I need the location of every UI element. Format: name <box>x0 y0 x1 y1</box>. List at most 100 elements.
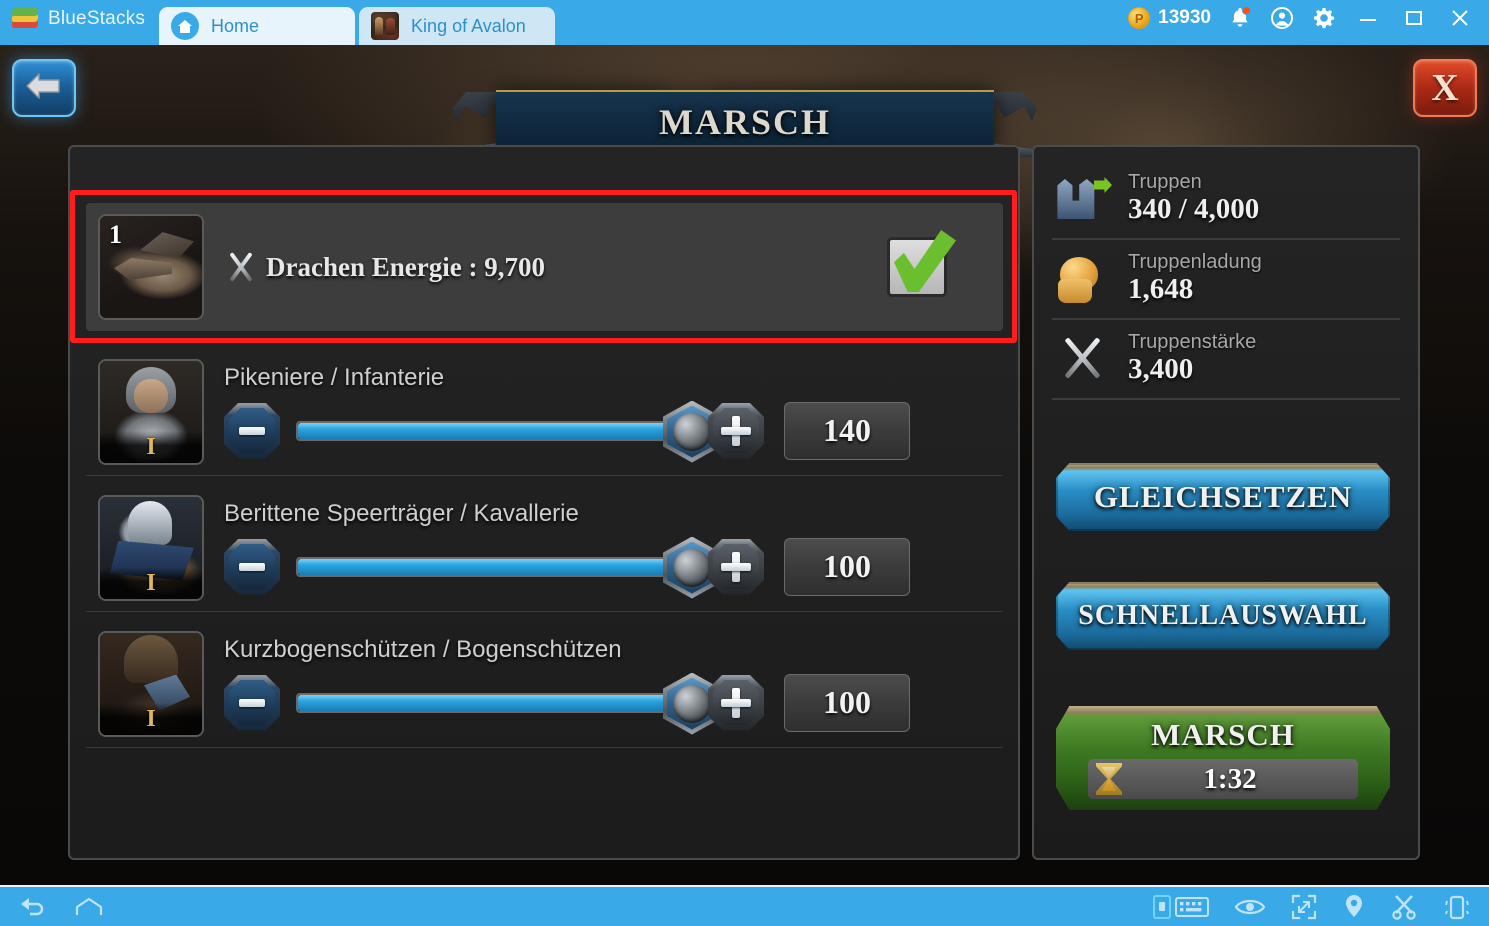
eye-icon[interactable] <box>1235 897 1265 917</box>
troop-body: Pikeniere / Infanterie 140 <box>224 363 910 463</box>
troop-count-box[interactable]: 100 <box>784 673 910 732</box>
keyboard-icon[interactable] <box>1175 895 1209 919</box>
tab-home-label: Home <box>211 15 260 36</box>
troop-row: I Kurzbogenschützen / Bogenschützen 100 <box>86 620 1003 748</box>
minus-icon <box>239 698 265 707</box>
troop-name: Kurzbogenschützen / Bogenschützen <box>224 635 622 663</box>
page-title: MARSCH <box>659 102 831 142</box>
knob-ball <box>673 412 711 451</box>
troop-portrait-archer[interactable]: I <box>98 630 204 737</box>
lock-icon[interactable] <box>1153 894 1171 919</box>
troop-quantity-slider[interactable] <box>296 536 721 599</box>
troop-controls: 140 <box>224 400 910 463</box>
equalize-button[interactable]: GLEICHSETZEN <box>1056 463 1390 531</box>
decrement-button[interactable] <box>224 538 280 595</box>
shake-icon[interactable] <box>1443 894 1471 920</box>
dragon-level-badge: 1 <box>109 220 122 249</box>
pouch-icon <box>1052 251 1114 307</box>
stat-label: Truppenladung <box>1128 251 1262 274</box>
bluestacks-brand-label: BlueStacks <box>48 7 146 29</box>
account-icon[interactable] <box>1269 5 1295 31</box>
stat-value: 340 / 4,000 <box>1128 193 1260 226</box>
increment-button[interactable] <box>708 674 764 731</box>
troop-tier-label: I <box>146 433 156 460</box>
troop-count-box[interactable]: 100 <box>784 537 910 596</box>
quick-select-button-label: SCHNELLAUSWAHL <box>1078 600 1368 631</box>
gear-icon[interactable] <box>1311 5 1337 31</box>
equalize-button-label: GLEICHSETZEN <box>1093 479 1353 514</box>
troops-icon <box>1052 171 1114 227</box>
dragon-energy-label-group: Drachen Energie : 9,700 <box>226 250 545 284</box>
stat-value: 3,400 <box>1128 353 1194 386</box>
stat-label: Truppenstärke <box>1128 331 1257 354</box>
tab-king-of-avalon-label: King of Avalon <box>411 15 526 36</box>
plus-icon <box>721 415 751 446</box>
minus-icon <box>239 426 265 435</box>
troop-tier-label: I <box>146 705 156 732</box>
decrement-button[interactable] <box>224 402 280 459</box>
dragon-energy-row[interactable]: 1 Drachen Energie : 9,700 <box>86 203 1003 331</box>
troop-tier-label: I <box>146 569 156 596</box>
troop-count-box[interactable]: 140 <box>784 401 910 460</box>
troop-portrait-infantry[interactable]: I <box>98 358 204 465</box>
navbar-right <box>1153 894 1489 920</box>
dragon-checkbox[interactable] <box>887 237 947 297</box>
minimize-icon[interactable] <box>1353 5 1383 31</box>
quick-select-button[interactable]: SCHNELLAUSWAHL <box>1056 582 1390 650</box>
troop-body: Berittene Speerträger / Kavallerie 100 <box>224 499 910 599</box>
dragon-portrait[interactable]: 1 <box>98 214 204 320</box>
bluestacks-brand: BlueStacks <box>0 0 159 45</box>
location-icon[interactable] <box>1343 894 1365 920</box>
increment-button[interactable] <box>708 538 764 595</box>
dragon-energy-label: Drachen Energie : 9,700 <box>266 251 545 282</box>
close-icon[interactable] <box>1445 5 1475 31</box>
back-icon[interactable] <box>18 895 48 919</box>
scissors-icon[interactable] <box>1391 894 1417 920</box>
bluestacks-topbar: BlueStacks Home King of Avalon P 13930 <box>0 0 1489 45</box>
points-display[interactable]: P 13930 <box>1128 7 1211 29</box>
increment-button[interactable] <box>708 402 764 459</box>
troop-quantity-slider[interactable] <box>296 400 721 463</box>
crossed-swords-icon <box>226 250 256 284</box>
maximize-icon[interactable] <box>1399 5 1429 31</box>
back-button[interactable] <box>12 59 76 117</box>
tab-home[interactable]: Home <box>159 7 356 45</box>
troop-portrait-cavalry[interactable]: I <box>98 494 204 601</box>
knob-ball <box>673 548 711 587</box>
march-timer: 1:32 <box>1088 759 1358 799</box>
troop-body: Kurzbogenschützen / Bogenschützen 100 <box>224 635 910 735</box>
coin-icon: P <box>1128 7 1151 29</box>
march-timer-value: 1:32 <box>1203 762 1257 795</box>
plus-icon <box>721 551 751 582</box>
stats-list: Truppen 340 / 4,000 Truppenladung 1,648 … <box>1052 160 1400 400</box>
fullscreen-icon[interactable] <box>1291 894 1317 920</box>
troop-count-value: 140 <box>823 412 871 448</box>
minus-icon <box>239 562 265 571</box>
topbar-right-controls: P 13930 <box>1128 0 1489 45</box>
close-x-icon: X <box>1431 67 1459 109</box>
troop-name: Berittene Speerträger / Kavallerie <box>224 499 579 527</box>
home-icon[interactable] <box>74 896 104 918</box>
close-window-button[interactable]: X <box>1413 59 1477 117</box>
game-viewport: MARSCH X 1 Drachen Energie : 9,700 I Pik… <box>0 45 1489 885</box>
decrement-button[interactable] <box>224 674 280 731</box>
home-icon <box>171 12 200 40</box>
march-button[interactable]: MARSCH 1:32 <box>1056 706 1390 810</box>
slider-fill <box>298 694 690 711</box>
bluestacks-logo-icon <box>11 6 39 30</box>
plus-icon <box>721 687 751 718</box>
crossed-swords-icon <box>1052 331 1114 387</box>
troop-row: I Berittene Speerträger / Kavallerie 100 <box>86 484 1003 612</box>
knob-ball <box>673 684 711 723</box>
troop-name: Pikeniere / Infanterie <box>224 363 445 391</box>
hourglass-icon <box>1096 763 1122 795</box>
slider-fill <box>298 558 690 575</box>
troop-row: I Pikeniere / Infanterie 140 <box>86 348 1003 476</box>
keyboard-controls-group <box>1153 894 1209 919</box>
points-value: 13930 <box>1158 7 1211 28</box>
tab-king-of-avalon[interactable]: King of Avalon <box>359 7 556 45</box>
stat-text-group: Truppen 340 / 4,000 <box>1128 171 1259 226</box>
troop-quantity-slider[interactable] <box>296 672 721 735</box>
march-button-label: MARSCH <box>1151 717 1295 752</box>
bell-icon[interactable] <box>1227 5 1253 31</box>
